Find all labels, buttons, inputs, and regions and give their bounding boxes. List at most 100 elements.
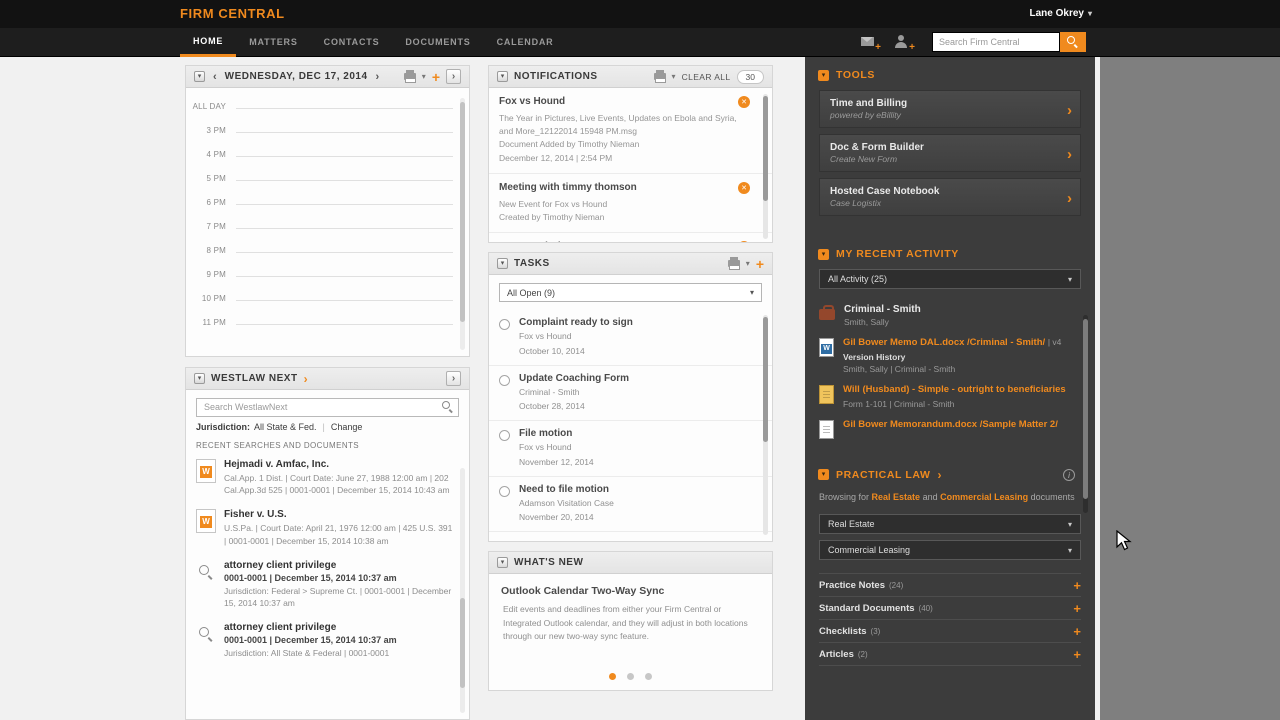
- notification-item[interactable]: Agappend Clar: [489, 233, 772, 242]
- calendar-slot-row[interactable]: 8 PM: [186, 240, 469, 264]
- version-history-label[interactable]: Version History: [843, 352, 1061, 362]
- notification-title[interactable]: Meeting with timmy thomson: [499, 182, 746, 193]
- result-title[interactable]: attorney client privilege: [224, 560, 455, 571]
- expand-category-icon[interactable]: [1073, 624, 1081, 639]
- task-title[interactable]: File motion: [519, 428, 594, 439]
- result-title[interactable]: Fisher v. U.S.: [224, 509, 455, 520]
- collapse-calendar-icon[interactable]: [194, 71, 205, 82]
- activity-item[interactable]: Will (Husband) - Simple - outright to be…: [805, 379, 1095, 414]
- task-item[interactable]: Need to file motion Adamson Visitation C…: [489, 477, 772, 532]
- task-item[interactable]: Complaint ready to sign Fox vs Hound Oct…: [489, 310, 772, 366]
- task-complete-checkbox[interactable]: [499, 374, 510, 386]
- calendar-slot-row[interactable]: 9 PM: [186, 264, 469, 288]
- info-icon[interactable]: [1063, 468, 1075, 481]
- print-options-caret-icon[interactable]: [672, 72, 676, 81]
- calendar-slot-row[interactable]: 5 PM: [186, 168, 469, 192]
- westlaw-search-input[interactable]: [196, 397, 459, 417]
- result-title[interactable]: Hejmadi v. Amfac, Inc.: [224, 459, 455, 470]
- add-event-button[interactable]: [432, 71, 440, 83]
- calendar-slot-row[interactable]: 11 PM: [186, 312, 469, 336]
- scrollbar-thumb[interactable]: [1083, 319, 1088, 499]
- activity-item[interactable]: Criminal - Smith Smith, Sally: [805, 299, 1095, 332]
- print-icon[interactable]: [403, 70, 416, 83]
- tasks-filter-dropdown[interactable]: All Open (9): [499, 283, 762, 302]
- topic-dropdown[interactable]: Commercial Leasing: [819, 540, 1081, 561]
- print-options-caret-icon[interactable]: [422, 72, 426, 81]
- task-complete-checkbox[interactable]: [499, 485, 510, 497]
- scrollbar-thumb[interactable]: [460, 598, 465, 688]
- collapse-notifications-icon[interactable]: [497, 71, 508, 82]
- task-title[interactable]: Need to file motion: [519, 484, 614, 495]
- task-item[interactable]: File motion Fox vs Hound November 12, 20…: [489, 421, 772, 477]
- calendar-slot-row[interactable]: 6 PM: [186, 192, 469, 216]
- carousel-dot[interactable]: [609, 673, 616, 680]
- carousel-dot[interactable]: [627, 673, 634, 680]
- print-icon[interactable]: [653, 70, 666, 83]
- task-item[interactable]: Update Coaching Form Criminal - Smith Oc…: [489, 366, 772, 421]
- result-title[interactable]: attorney client privilege: [224, 622, 397, 633]
- calendar-slot-row[interactable]: 10 PM: [186, 288, 469, 312]
- calendar-slot-row[interactable]: 3 PM: [186, 120, 469, 144]
- notification-item[interactable]: Meeting with timmy thomson New Event for…: [489, 174, 772, 234]
- westlaw-result-item[interactable]: Hejmadi v. Amfac, Inc. Cal.App. 1 Dist. …: [186, 453, 469, 504]
- expand-westlaw-button[interactable]: [446, 371, 461, 386]
- task-title[interactable]: Update Coaching Form: [519, 373, 629, 384]
- browsing-area-1[interactable]: Real Estate: [872, 492, 921, 502]
- add-contact-icon[interactable]: [894, 34, 910, 50]
- search-icon[interactable]: [442, 401, 453, 412]
- expand-category-icon[interactable]: [1073, 578, 1081, 593]
- scrollbar[interactable]: [1083, 315, 1088, 513]
- activity-title[interactable]: Gil Bower Memorandum.docx /Sample Matter…: [843, 419, 1058, 432]
- task-complete-checkbox[interactable]: [499, 319, 510, 330]
- add-task-button[interactable]: [756, 258, 764, 270]
- scrollbar[interactable]: [460, 98, 465, 350]
- activity-item[interactable]: Gil Bower Memo DAL.docx /Criminal - Smit…: [805, 332, 1095, 379]
- calendar-day-grid[interactable]: ALL DAY 3 PM 4 PM 5 PM 6 PM 7 PM 8 PM 9 …: [186, 88, 469, 336]
- practice-area-dropdown[interactable]: Real Estate: [819, 514, 1081, 535]
- tab-calendar[interactable]: CALENDAR: [484, 28, 567, 57]
- collapse-notification-icon[interactable]: [738, 241, 750, 242]
- dismiss-notification-icon[interactable]: [738, 181, 750, 194]
- change-jurisdiction-link[interactable]: Change: [331, 422, 363, 432]
- scrollbar-thumb[interactable]: [460, 102, 465, 322]
- prev-day-icon[interactable]: [211, 71, 219, 83]
- category-row-practice-notes[interactable]: Practice Notes (24): [819, 574, 1081, 598]
- tab-documents[interactable]: DOCUMENTS: [392, 28, 483, 57]
- practical-law-link-icon[interactable]: [938, 468, 942, 482]
- task-title[interactable]: Complaint ready to sign: [519, 317, 633, 328]
- collapse-whats-new-icon[interactable]: [497, 557, 508, 568]
- task-complete-checkbox[interactable]: [499, 430, 510, 441]
- browsing-area-2[interactable]: Commercial Leasing: [940, 492, 1028, 502]
- calendar-slot-row[interactable]: 4 PM: [186, 144, 469, 168]
- activity-title[interactable]: Criminal - Smith: [844, 304, 921, 315]
- collapse-practical-law-icon[interactable]: [818, 469, 829, 481]
- expand-category-icon[interactable]: [1073, 601, 1081, 616]
- activity-filter-dropdown[interactable]: All Activity (25): [819, 269, 1081, 289]
- expand-category-icon[interactable]: [1073, 647, 1081, 662]
- user-menu[interactable]: Lane Okrey: [1030, 0, 1093, 28]
- tool-card-time-and-billing[interactable]: Time and Billing powered by eBillity: [819, 90, 1081, 128]
- scrollbar[interactable]: [763, 315, 768, 535]
- collapse-tasks-icon[interactable]: [497, 258, 508, 269]
- carousel-dot[interactable]: [645, 673, 652, 680]
- scrollbar-thumb[interactable]: [763, 96, 768, 201]
- westlaw-result-item[interactable]: Fisher v. U.S. U.S.Pa. | Court Date: Apr…: [186, 503, 469, 554]
- calendar-slot-row[interactable]: ALL DAY: [186, 96, 469, 120]
- activity-title[interactable]: Will (Husband) - Simple - outright to be…: [843, 384, 1066, 397]
- collapse-tools-icon[interactable]: [818, 69, 829, 81]
- search-input[interactable]: [932, 32, 1060, 52]
- scrollbar[interactable]: [460, 468, 465, 713]
- calendar-slot-row[interactable]: 7 PM: [186, 216, 469, 240]
- print-options-caret-icon[interactable]: [746, 259, 750, 268]
- category-row-checklists[interactable]: Checklists (3): [819, 620, 1081, 644]
- notification-item[interactable]: Fox vs Hound The Year in Pictures, Live …: [489, 88, 772, 174]
- tab-contacts[interactable]: CONTACTS: [311, 28, 393, 57]
- clear-all-button[interactable]: CLEAR ALL: [682, 72, 731, 82]
- activity-item[interactable]: Gil Bower Memorandum.docx /Sample Matter…: [805, 414, 1095, 444]
- next-day-icon[interactable]: [374, 71, 382, 83]
- tool-card-hosted-case-notebook[interactable]: Hosted Case Notebook Case Logistix: [819, 178, 1081, 216]
- scrollbar-thumb[interactable]: [763, 317, 768, 442]
- tab-matters[interactable]: MATTERS: [236, 28, 310, 57]
- collapse-activity-icon[interactable]: [818, 248, 829, 260]
- category-row-articles[interactable]: Articles (2): [819, 643, 1081, 667]
